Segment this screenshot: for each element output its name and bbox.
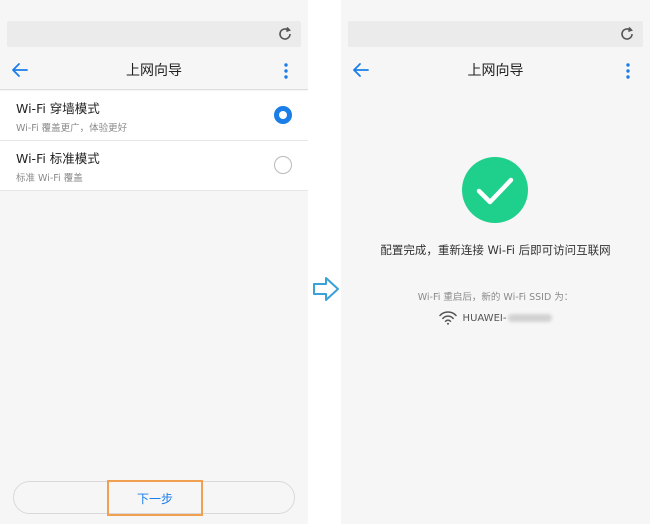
right-arrow-icon: [313, 277, 339, 301]
refresh-icon[interactable]: [619, 26, 635, 42]
ssid-redacted: [508, 314, 553, 322]
more-vertical-icon[interactable]: [618, 61, 638, 81]
browser-url-bar[interactable]: [7, 21, 301, 47]
ssid-name: HUAWEI-: [462, 312, 507, 324]
option-title: Wi-Fi 穿墙模式: [16, 101, 100, 116]
refresh-icon[interactable]: [277, 26, 293, 42]
wizard-screen-mode-select: 上网向导 Wi-Fi 穿墙模式 Wi-Fi 覆盖更广，体验更好 Wi-Fi 标准…: [0, 0, 308, 524]
more-vertical-icon[interactable]: [276, 61, 296, 81]
option-title: Wi-Fi 标准模式: [16, 151, 100, 166]
app-bar: 上网向导: [0, 50, 308, 90]
page-title: 上网向导: [126, 63, 182, 79]
option-subtitle: 标准 Wi-Fi 覆盖: [16, 173, 83, 184]
page-title: 上网向导: [467, 63, 524, 79]
next-button[interactable]: 下一步: [13, 480, 295, 516]
option-wall-penetration-mode[interactable]: Wi-Fi 穿墙模式 Wi-Fi 覆盖更广，体验更好: [0, 91, 308, 141]
option-subtitle: Wi-Fi 覆盖更广，体验更好: [16, 123, 128, 134]
checkmark-circle-icon: [462, 157, 528, 223]
browser-url-bar[interactable]: [348, 21, 643, 47]
ssid-row: HUAWEI-: [341, 309, 650, 327]
wifi-icon: [438, 311, 457, 325]
radio-unselected[interactable]: [274, 156, 292, 174]
success-message: 配置完成，重新连接 Wi-Fi 后即可访问互联网: [380, 243, 611, 257]
next-button-label[interactable]: 下一步: [107, 480, 203, 516]
mode-option-list: Wi-Fi 穿墙模式 Wi-Fi 覆盖更广，体验更好 Wi-Fi 标准模式 标准…: [0, 91, 308, 191]
wizard-screen-complete: 上网向导 配置完成，重新连接 Wi-Fi 后即可访问互联网 Wi-Fi 重启后，…: [341, 0, 650, 524]
app-bar: 上网向导: [341, 50, 650, 90]
ssid-caption: Wi-Fi 重启后，新的 Wi-Fi SSID 为：: [417, 292, 574, 303]
option-standard-mode[interactable]: Wi-Fi 标准模式 标准 Wi-Fi 覆盖: [0, 141, 308, 191]
radio-selected[interactable]: [274, 106, 292, 124]
